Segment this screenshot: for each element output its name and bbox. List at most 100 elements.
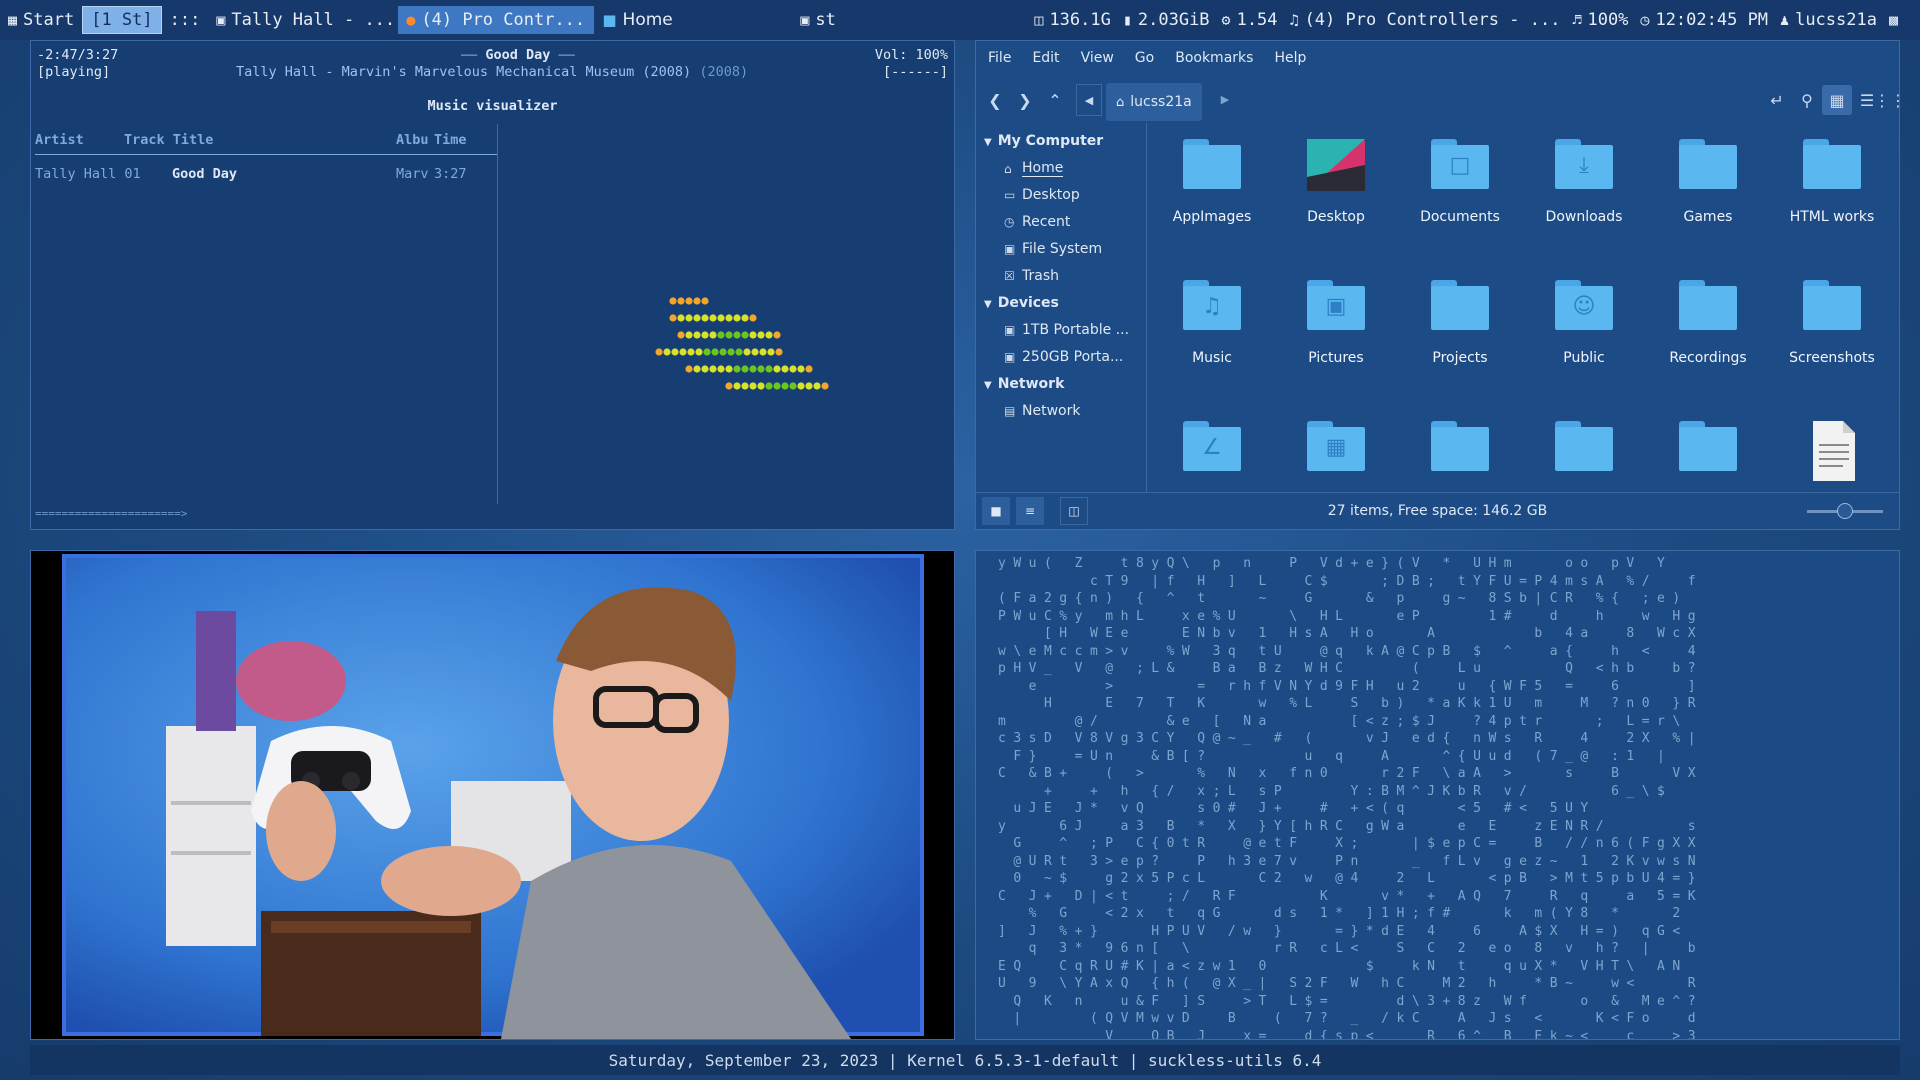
menu-edit[interactable]: Edit xyxy=(1032,50,1059,66)
sidebar-item-trash[interactable]: ☒ Trash xyxy=(1004,268,1059,284)
file-item[interactable]: □ Documents xyxy=(1400,139,1520,225)
menu-help[interactable]: Help xyxy=(1274,50,1306,66)
folder-icon xyxy=(1803,139,1861,189)
menu-go[interactable]: Go xyxy=(1135,50,1154,66)
music-folder-icon: ♫ xyxy=(1183,280,1241,330)
videos-folder-icon: ▦ xyxy=(1307,421,1365,471)
drive-icon: ▣ xyxy=(1004,350,1016,364)
visualizer-dot xyxy=(719,348,727,356)
visualizer-dot xyxy=(711,348,719,356)
video-player[interactable] xyxy=(30,550,955,1040)
sidebar-item-1tb-portable[interactable]: ▣ 1TB Portable ... xyxy=(1004,322,1129,338)
chevron-up-icon: ⌃ xyxy=(1048,90,1062,110)
visualizer-dot xyxy=(679,348,687,356)
track-title: Good Day xyxy=(172,166,238,182)
clock-icon: ◷ xyxy=(1004,215,1015,229)
col-track-title[interactable]: Track Title xyxy=(124,132,213,148)
sidebar-item-home[interactable]: ⌂ Home xyxy=(1004,160,1064,177)
sidebar-section-network[interactable]: ▼ Network xyxy=(984,376,1064,392)
file-item[interactable]: Games xyxy=(1648,139,1768,225)
file-item[interactable]: Projects xyxy=(1400,280,1520,366)
list-view-icon: ☰ xyxy=(1859,90,1875,110)
volume-status[interactable]: ♬ 100% xyxy=(1566,6,1634,34)
media-status[interactable]: ♫ (4) Pro Controllers - ... xyxy=(1284,6,1567,34)
folder-icon: ■ xyxy=(990,504,1002,518)
breadcrumb-left-button[interactable]: ◀ xyxy=(1076,84,1102,116)
file-item[interactable]: Screenshots xyxy=(1772,280,1892,366)
up-button[interactable]: ⌃ xyxy=(1040,85,1070,115)
menu-bookmarks[interactable]: Bookmarks xyxy=(1175,50,1253,66)
visualizer-dot xyxy=(813,382,821,390)
toggle-location-button[interactable]: ↵ xyxy=(1762,85,1792,115)
taskbar-window-terminal[interactable]: ▣ Tally Hall - ... xyxy=(208,6,398,34)
start-button[interactable]: ▦ Start xyxy=(0,6,82,34)
taskbar-window-st[interactable]: ▣ st xyxy=(792,6,844,34)
terminal-icon: ▣ xyxy=(216,11,226,29)
tray-icon[interactable]: ▩ xyxy=(1883,6,1910,34)
layout-indicator[interactable]: ::: xyxy=(162,6,209,34)
sidebar-item-recent[interactable]: ◷ Recent xyxy=(1004,214,1070,230)
file-item[interactable]: ⤓ Downloads xyxy=(1524,139,1644,225)
file-item[interactable]: vmimages xyxy=(1524,421,1644,493)
file-item-label: Documents xyxy=(1420,209,1500,225)
visualizer-dot xyxy=(789,382,797,390)
file-item[interactable]: HTML works xyxy=(1772,139,1892,225)
sidebar-item-network[interactable]: ▤ Network xyxy=(1004,403,1080,419)
compact-view-button[interactable]: ⋮⋮ xyxy=(1874,85,1906,115)
tag-indicator[interactable]: [1 St] xyxy=(82,6,162,34)
track-row[interactable]: Tally Hall 01 xyxy=(35,166,141,182)
visualizer-dot xyxy=(725,382,733,390)
visualizer-dot xyxy=(701,297,709,305)
file-item[interactable]: ▣ Pictures xyxy=(1276,280,1396,366)
file-item[interactable]: Recordings xyxy=(1648,280,1768,366)
col-album[interactable]: Albu xyxy=(396,132,429,148)
sidebar-item-desktop[interactable]: ▭ Desktop xyxy=(1004,187,1080,203)
clock: ◷ 12:02:45 PM xyxy=(1640,10,1769,30)
folder-icon xyxy=(1803,280,1861,330)
sidebar-toggle-button[interactable]: ◫ xyxy=(1060,497,1088,525)
file-item[interactable]: ☺ Public xyxy=(1524,280,1644,366)
menu-view[interactable]: View xyxy=(1081,50,1114,66)
visualizer-dot xyxy=(701,365,709,373)
visualizer-dot xyxy=(655,348,663,356)
taskbar-window-firefox[interactable]: ● (4) Pro Contr... xyxy=(398,6,595,34)
disk-icon: ◫ xyxy=(1034,11,1044,29)
sidebar-section-devices[interactable]: ▼ Devices xyxy=(984,295,1059,311)
col-artist[interactable]: Artist xyxy=(35,132,84,148)
places-toggle-button[interactable]: ■ xyxy=(982,497,1010,525)
chevron-right-icon: ❯ xyxy=(1018,90,1032,110)
file-item[interactable]: AppImages xyxy=(1152,139,1272,225)
visualizer-dot xyxy=(671,348,679,356)
sidebar-item-250gb-portable[interactable]: ▣ 250GB Porta... xyxy=(1004,349,1123,365)
icon-view-button[interactable]: ▦ xyxy=(1822,85,1852,115)
file-item[interactable]: grub.cfg xyxy=(1772,421,1892,493)
tree-icon: ≡ xyxy=(1024,504,1036,518)
status-bar: ■ ≡ ◫ 27 items, Free space: 146.2 GB xyxy=(976,492,1899,529)
file-item[interactable]: ▦Videos xyxy=(1276,421,1396,493)
grid-view-icon: ▦ xyxy=(1829,90,1845,110)
taskbar-window-home[interactable]: ■ Home xyxy=(594,6,792,34)
file-item[interactable]: ♫ Music xyxy=(1152,280,1272,366)
visualizer-dot xyxy=(773,382,781,390)
search-button[interactable]: ⚲ xyxy=(1792,85,1822,115)
zoom-slider[interactable] xyxy=(1807,503,1883,519)
col-time[interactable]: Time xyxy=(434,132,467,148)
tree-toggle-button[interactable]: ≡ xyxy=(1016,497,1044,525)
breadcrumb[interactable]: ⌂ lucss21a xyxy=(1106,83,1202,121)
menu-file[interactable]: File xyxy=(988,50,1011,66)
sidebar-item-filesystem[interactable]: ▣ File System xyxy=(1004,241,1102,257)
back-button[interactable]: ❮ xyxy=(980,85,1010,115)
terminal-matrix[interactable]: yWu( Z t8yQ\ p n P Vd+e}(V * UHm oo pV Y… xyxy=(975,550,1900,1040)
file-item[interactable]: ∠Templates xyxy=(1152,421,1272,493)
file-item[interactable]: vmware xyxy=(1648,421,1768,493)
breadcrumb-home[interactable]: ⌂ lucss21a xyxy=(1106,83,1202,121)
volume-bar: [------] xyxy=(882,64,948,80)
breadcrumb-right-button[interactable]: ▶ xyxy=(1212,84,1238,114)
folder-icon: ■ xyxy=(602,11,617,29)
forward-button[interactable]: ❯ xyxy=(1010,85,1040,115)
zoom-slider-handle[interactable] xyxy=(1837,503,1853,519)
file-item[interactable]: Desktop xyxy=(1276,139,1396,225)
file-item[interactable]: virt-bootstrap xyxy=(1400,421,1520,493)
sidebar-section-my-computer[interactable]: ▼ My Computer xyxy=(984,133,1103,149)
clock-icon: ◷ xyxy=(1640,11,1650,29)
